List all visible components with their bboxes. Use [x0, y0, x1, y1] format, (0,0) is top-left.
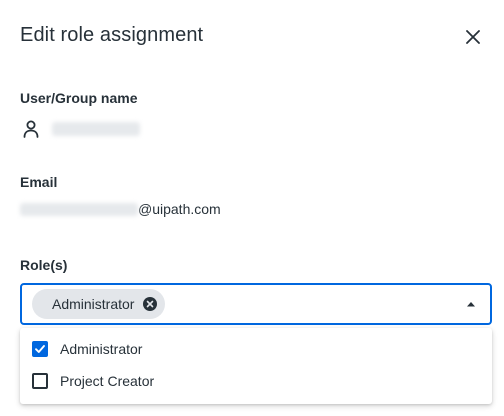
dialog-title: Edit role assignment	[20, 24, 204, 46]
role-option-administrator[interactable]: Administrator	[20, 333, 492, 365]
edit-role-dialog: Edit role assignment User/Group name Ema…	[0, 0, 504, 416]
roles-label: Role(s)	[20, 257, 68, 273]
redacted-user-name	[52, 122, 140, 136]
close-icon	[466, 30, 480, 44]
role-option-project-creator[interactable]: Project Creator	[20, 365, 492, 397]
email-label: Email	[20, 174, 58, 190]
cancel-circle-icon	[143, 297, 158, 311]
role-chip-administrator: Administrator	[32, 289, 166, 319]
user-group-value	[22, 118, 140, 140]
email-domain: @uipath.com	[138, 201, 221, 217]
checkbox-checked-icon[interactable]	[32, 341, 48, 357]
close-button[interactable]	[458, 22, 488, 52]
role-chip-label: Administrator	[52, 296, 135, 312]
redacted-email-local-part	[20, 202, 138, 216]
roles-dropdown-menu: Administrator Project Creator	[20, 328, 492, 404]
email-value: @uipath.com	[20, 199, 221, 219]
checkbox-unchecked-icon[interactable]	[32, 373, 48, 389]
role-chip-remove-button[interactable]	[143, 297, 158, 311]
user-group-label: User/Group name	[20, 90, 138, 106]
role-option-label: Project Creator	[60, 373, 155, 389]
person-icon	[23, 120, 39, 138]
roles-select[interactable]: Administrator	[20, 283, 492, 325]
caret-up-icon[interactable]	[466, 300, 476, 308]
role-option-label: Administrator	[60, 341, 143, 357]
